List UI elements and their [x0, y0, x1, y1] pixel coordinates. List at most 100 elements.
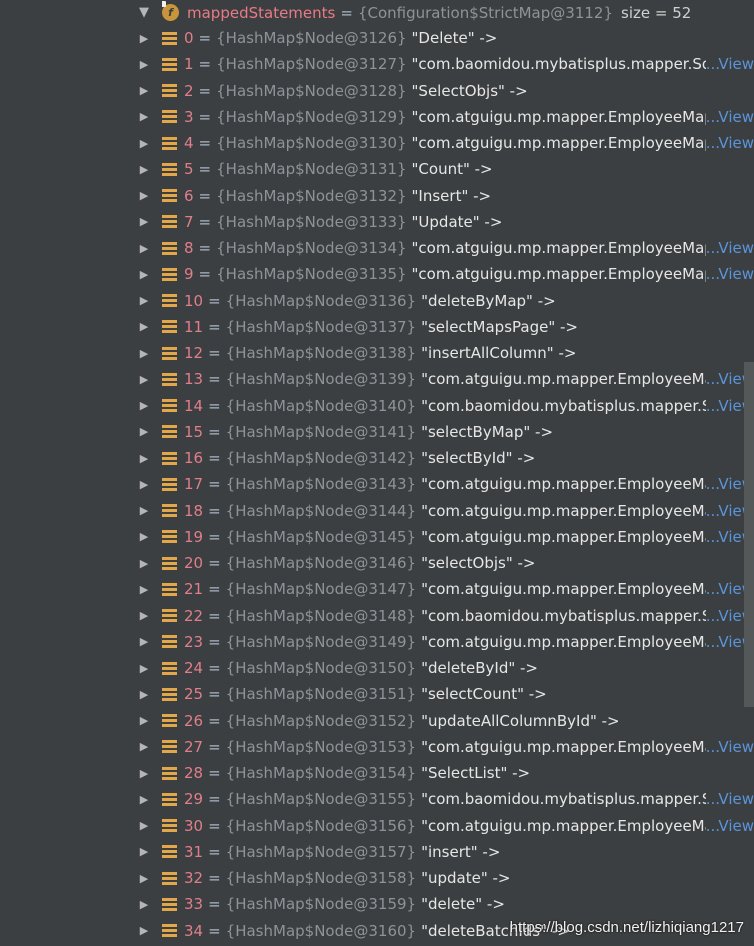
- expand-arrow-right-icon[interactable]: ▶: [137, 813, 151, 839]
- map-entry-row[interactable]: ▶ 30 = {HashMap$Node@3156} "com.atguigu.mp.m…: [0, 813, 754, 839]
- map-entry-row[interactable]: ▶ 32 = {HashMap$Node@3158} "update" ->: [0, 865, 754, 891]
- map-entry-row[interactable]: ▶ 25 = {HashMap$Node@3151} "selectCount" ->: [0, 681, 754, 707]
- expand-arrow-right-icon[interactable]: ▶: [137, 104, 151, 130]
- expand-arrow-right-icon[interactable]: ▶: [137, 918, 151, 944]
- view-link[interactable]: View: [716, 813, 754, 839]
- expand-arrow-right-icon[interactable]: ▶: [137, 708, 151, 734]
- expand-arrow-right-icon[interactable]: ▶: [137, 681, 151, 707]
- expand-arrow-right-icon[interactable]: ▶: [137, 130, 151, 156]
- expand-arrow-right-icon[interactable]: ▶: [137, 550, 151, 576]
- expand-arrow-right-icon[interactable]: ▶: [137, 78, 151, 104]
- expand-arrow-right-icon[interactable]: ▶: [137, 471, 151, 497]
- expand-arrow-right-icon[interactable]: ▶: [137, 655, 151, 681]
- expand-arrow-right-icon[interactable]: ▶: [137, 576, 151, 602]
- expand-arrow-right-icon[interactable]: ▶: [137, 786, 151, 812]
- entry-value: "com.atguigu.mp.mapper.EmployeeMap: [421, 501, 706, 520]
- vertical-scrollbar-thumb[interactable]: [744, 362, 754, 707]
- watermark: https://blog.csdn.net/lizhiqiang1217: [509, 919, 744, 936]
- entry-value: "SelectList" ->: [421, 764, 531, 783]
- map-entry-row[interactable]: ▶ 13 = {HashMap$Node@3139} "com.atguigu.mp.m…: [0, 366, 754, 392]
- expand-arrow-right-icon[interactable]: ▶: [137, 734, 151, 760]
- entry-type: {HashMap$Node@3157}: [225, 842, 417, 861]
- map-entry-row[interactable]: ▶ 20 = {HashMap$Node@3146} "selectObjs" ->: [0, 550, 754, 576]
- entry-index: 34: [184, 921, 204, 940]
- expand-arrow-right-icon[interactable]: ▶: [137, 51, 151, 77]
- map-entry-row[interactable]: ▶ 10 = {HashMap$Node@3136} "deleteByMap" ->: [0, 288, 754, 314]
- equals-sign: =: [208, 344, 221, 363]
- equals-sign: =: [208, 317, 221, 336]
- view-link[interactable]: View: [716, 261, 754, 287]
- entry-type: {HashMap$Node@3147}: [225, 580, 417, 599]
- map-entry-icon: [162, 109, 177, 125]
- expand-arrow-right-icon[interactable]: ▶: [137, 865, 151, 891]
- expand-arrow-right-icon[interactable]: ▶: [137, 839, 151, 865]
- map-entry-row[interactable]: ▶ 7 = {HashMap$Node@3133} "Update" ->: [0, 209, 754, 235]
- map-entry-row[interactable]: ▶ 15 = {HashMap$Node@3141} "selectByMap" ->: [0, 419, 754, 445]
- map-entry-row[interactable]: ▶ 2 = {HashMap$Node@3128} "SelectObjs" ->: [0, 78, 754, 104]
- mapped-statements-node[interactable]: ▼ f mappedStatements = {Configuration$St…: [0, 0, 754, 25]
- expand-arrow-right-icon[interactable]: ▶: [137, 288, 151, 314]
- map-entry-row[interactable]: ▶ 29 = {HashMap$Node@3155} "com.baomidou.myb…: [0, 786, 754, 812]
- map-entry-row[interactable]: ▶ 12 = {HashMap$Node@3138} "insertAllColumn"…: [0, 340, 754, 366]
- map-entry-row[interactable]: ▶ 9 = {HashMap$Node@3135} "com.atguigu.mp.ma…: [0, 261, 754, 287]
- map-entry-icon: [162, 424, 177, 440]
- expand-arrow-right-icon[interactable]: ▶: [137, 760, 151, 786]
- expand-arrow-right-icon[interactable]: ▶: [137, 209, 151, 235]
- map-entry-row[interactable]: ▶ 0 = {HashMap$Node@3126} "Delete" ->: [0, 25, 754, 51]
- entry-type: {HashMap$Node@3142}: [225, 449, 417, 468]
- map-entry-row[interactable]: ▶ 23 = {HashMap$Node@3149} "com.atguigu.mp.m…: [0, 629, 754, 655]
- expand-arrow-right-icon[interactable]: ▶: [137, 603, 151, 629]
- map-entry-row[interactable]: ▶ 24 = {HashMap$Node@3150} "deleteById" ->: [0, 655, 754, 681]
- expand-arrow-right-icon[interactable]: ▶: [137, 261, 151, 287]
- expand-arrow-right-icon[interactable]: ▶: [137, 498, 151, 524]
- view-link[interactable]: View: [716, 786, 754, 812]
- map-entry-row[interactable]: ▶ 28 = {HashMap$Node@3154} "SelectList" ->: [0, 760, 754, 786]
- map-entry-row[interactable]: ▶ 5 = {HashMap$Node@3131} "Count" ->: [0, 156, 754, 182]
- view-link[interactable]: View: [716, 51, 754, 77]
- map-entry-row[interactable]: ▶ 6 = {HashMap$Node@3132} "Insert" ->: [0, 183, 754, 209]
- equals-sign: =: [198, 160, 212, 179]
- map-entry-row[interactable]: ▶ 27 = {HashMap$Node@3153} "com.atguigu.mp.m…: [0, 734, 754, 760]
- expand-arrow-right-icon[interactable]: ▶: [137, 366, 151, 392]
- map-entry-row[interactable]: ▶ 21 = {HashMap$Node@3147} "com.atguigu.mp.m…: [0, 576, 754, 602]
- expand-arrow-right-icon[interactable]: ▶: [137, 235, 151, 261]
- map-entry-row[interactable]: ▶ 11 = {HashMap$Node@3137} "selectMapsPage" …: [0, 314, 754, 340]
- map-entry-row[interactable]: ▶ 16 = {HashMap$Node@3142} "selectById" ->: [0, 445, 754, 471]
- map-entry-icon: [162, 161, 177, 177]
- expand-arrow-right-icon[interactable]: ▶: [137, 156, 151, 182]
- map-entry-row[interactable]: ▶ 31 = {HashMap$Node@3157} "insert" ->: [0, 839, 754, 865]
- equals-sign: =: [208, 842, 221, 861]
- map-entry-row[interactable]: ▶ 19 = {HashMap$Node@3145} "com.atguigu.mp.m…: [0, 524, 754, 550]
- equals-sign: =: [198, 29, 212, 48]
- map-entry-icon: [162, 870, 177, 886]
- entry-index: 20: [184, 554, 204, 573]
- entry-type: {HashMap$Node@3143}: [225, 475, 417, 494]
- map-entry-row[interactable]: ▶ 18 = {HashMap$Node@3144} "com.atguigu.mp.m…: [0, 498, 754, 524]
- map-entry-row[interactable]: ▶ 26 = {HashMap$Node@3152} "updateAllColumnB…: [0, 708, 754, 734]
- map-entry-row[interactable]: ▶ 4 = {HashMap$Node@3130} "com.atguigu.mp.ma…: [0, 130, 754, 156]
- map-entry-row[interactable]: ▶ 22 = {HashMap$Node@3148} "com.baomidou.myb…: [0, 603, 754, 629]
- view-link[interactable]: View: [716, 130, 754, 156]
- map-entry-row[interactable]: ▶ 17 = {HashMap$Node@3143} "com.atguigu.mp.m…: [0, 471, 754, 497]
- expand-arrow-right-icon[interactable]: ▶: [137, 340, 151, 366]
- expand-arrow-right-icon[interactable]: ▶: [137, 891, 151, 917]
- entry-index: 6: [184, 186, 194, 205]
- map-entry-row[interactable]: ▶ 8 = {HashMap$Node@3134} "com.atguigu.mp.ma…: [0, 235, 754, 261]
- map-entry-row[interactable]: ▶ 14 = {HashMap$Node@3140} "com.baomidou.myb…: [0, 393, 754, 419]
- view-link[interactable]: View: [716, 235, 754, 261]
- entry-type: {HashMap$Node@3151}: [225, 685, 417, 704]
- expand-arrow-right-icon[interactable]: ▶: [137, 183, 151, 209]
- expand-arrow-down-icon[interactable]: ▼: [137, 0, 151, 25]
- view-link[interactable]: View: [716, 734, 754, 760]
- view-link[interactable]: View: [716, 104, 754, 130]
- expand-arrow-right-icon[interactable]: ▶: [137, 25, 151, 51]
- map-entry-row[interactable]: ▶ 33 = {HashMap$Node@3159} "delete" ->: [0, 891, 754, 917]
- map-entry-row[interactable]: ▶ 3 = {HashMap$Node@3129} "com.atguigu.mp.ma…: [0, 104, 754, 130]
- expand-arrow-right-icon[interactable]: ▶: [137, 445, 151, 471]
- expand-arrow-right-icon[interactable]: ▶: [137, 393, 151, 419]
- expand-arrow-right-icon[interactable]: ▶: [137, 419, 151, 445]
- expand-arrow-right-icon[interactable]: ▶: [137, 524, 151, 550]
- expand-arrow-right-icon[interactable]: ▶: [137, 629, 151, 655]
- expand-arrow-right-icon[interactable]: ▶: [137, 314, 151, 340]
- map-entry-row[interactable]: ▶ 1 = {HashMap$Node@3127} "com.baomidou.myba…: [0, 51, 754, 77]
